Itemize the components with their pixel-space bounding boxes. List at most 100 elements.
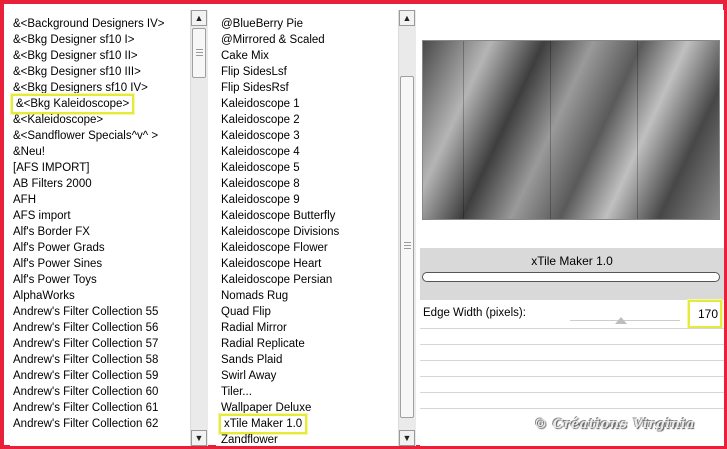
list-item[interactable]: Swirl Away	[216, 368, 398, 384]
category-scroll-thumb[interactable]	[192, 28, 206, 78]
list-item[interactable]: Quad Flip	[216, 304, 398, 320]
list-item[interactable]: Andrew's Filter Collection 55	[10, 304, 190, 320]
list-item[interactable]: Kaleidoscope Divisions	[216, 224, 398, 240]
category-list[interactable]: &<Background Designers IV> &<Bkg Designer…	[10, 16, 190, 432]
watermark: © Créations Virginia	[534, 417, 695, 432]
list-item[interactable]: Sands Plaid	[216, 352, 398, 368]
list-item-label: &<Background Designers IV>	[13, 18, 165, 30]
list-item-label: @Mirrored & Scaled	[221, 34, 325, 46]
list-item-label: AFH	[13, 194, 36, 206]
list-item[interactable]: Wallpaper Deluxe	[216, 400, 398, 416]
list-item-label: Tiler...	[221, 386, 252, 398]
list-item-label: Radial Replicate	[221, 338, 305, 350]
list-item[interactable]: &<Bkg Designers sf10 IV>	[10, 80, 190, 96]
list-item-label: Kaleidoscope Butterfly	[221, 210, 336, 222]
list-item[interactable]: Kaleidoscope Butterfly	[216, 208, 398, 224]
list-item[interactable]: Andrew's Filter Collection 58	[10, 352, 190, 368]
list-item[interactable]: Andrew's Filter Collection 59	[10, 368, 190, 384]
list-item[interactable]: &<Bkg Designer sf10 II>	[10, 48, 190, 64]
list-item-label: &Neu!	[13, 146, 45, 158]
list-item[interactable]: Radial Mirror	[216, 320, 398, 336]
edge-width-row: Edge Width (pixels): 170	[420, 300, 724, 328]
list-item-label: Alf's Power Grads	[13, 242, 105, 254]
list-item[interactable]: &<Sandflower Specials^v^ >	[10, 128, 190, 144]
filter-title-bar: xTile Maker 1.0	[420, 248, 724, 300]
list-item-label: Flip SidesLsf	[221, 66, 287, 78]
list-item[interactable]: Alf's Border FX	[10, 224, 190, 240]
list-item[interactable]: Kaleidoscope 3	[216, 128, 398, 144]
filter-settings-panel: xTile Maker 1.0 Edge Width (pixels): 170	[420, 10, 724, 446]
list-item[interactable]: Kaleidoscope Persian	[216, 272, 398, 288]
list-item[interactable]: [AFS IMPORT]	[10, 160, 190, 176]
list-item-label: Kaleidoscope Divisions	[221, 226, 340, 238]
list-item-selected[interactable]: &<Bkg Kaleidoscope>	[10, 94, 190, 114]
list-item[interactable]: Kaleidoscope Heart	[216, 256, 398, 272]
list-item-label: Kaleidoscope 2	[221, 114, 300, 126]
list-item[interactable]: Andrew's Filter Collection 60	[10, 384, 190, 400]
list-item-label: Andrew's Filter Collection 60	[13, 386, 159, 398]
list-item[interactable]: Flip SidesLsf	[216, 64, 398, 80]
list-item-label: Wallpaper Deluxe	[221, 402, 312, 414]
list-item-label: Kaleidoscope 5	[221, 162, 300, 174]
list-item-label: Kaleidoscope 3	[221, 130, 300, 142]
list-item[interactable]: &<Bkg Designer sf10 I>	[10, 32, 190, 48]
list-item-selected[interactable]: xTile Maker 1.0	[216, 414, 398, 434]
list-item[interactable]: Alf's Power Toys	[10, 272, 190, 288]
list-item[interactable]: AlphaWorks	[10, 288, 190, 304]
list-item-label: Kaleidoscope Persian	[221, 274, 333, 286]
list-item[interactable]: @BlueBerry Pie	[216, 16, 398, 32]
list-item[interactable]: &<Background Designers IV>	[10, 16, 190, 32]
list-item-label: Alf's Power Toys	[13, 274, 97, 286]
scroll-down-icon[interactable]: ▼	[191, 430, 207, 446]
list-item-label: Radial Mirror	[221, 322, 287, 334]
list-item[interactable]: Zandflower	[216, 432, 398, 446]
list-item-label: @BlueBerry Pie	[221, 18, 303, 30]
list-item[interactable]: Alf's Power Grads	[10, 240, 190, 256]
list-item[interactable]: Kaleidoscope 8	[216, 176, 398, 192]
list-item[interactable]: Tiler...	[216, 384, 398, 400]
list-item[interactable]: Kaleidoscope 5	[216, 160, 398, 176]
list-item-label: Kaleidoscope 8	[221, 178, 300, 190]
list-item[interactable]: AFH	[10, 192, 190, 208]
list-item[interactable]: Andrew's Filter Collection 57	[10, 336, 190, 352]
list-item[interactable]: &<Bkg Designer sf10 III>	[10, 64, 190, 80]
list-item[interactable]: Nomads Rug	[216, 288, 398, 304]
list-item[interactable]: Kaleidoscope 9	[216, 192, 398, 208]
list-item-label: Flip SidesRsf	[221, 82, 289, 94]
list-item[interactable]: Andrew's Filter Collection 56	[10, 320, 190, 336]
list-item[interactable]: Alf's Power Sines	[10, 256, 190, 272]
list-item[interactable]: Kaleidoscope 1	[216, 96, 398, 112]
list-item[interactable]: Cake Mix	[216, 48, 398, 64]
category-scrollbar[interactable]: ▲ ▼	[190, 10, 208, 446]
scroll-up-icon[interactable]: ▲	[191, 10, 207, 26]
edge-width-slider-thumb[interactable]	[615, 317, 627, 324]
list-item[interactable]: Andrew's Filter Collection 61	[10, 400, 190, 416]
list-item[interactable]: Andrew's Filter Collection 62	[10, 416, 190, 432]
filter-list[interactable]: @BlueBerry Pie @Mirrored & Scaled Cake Mix…	[216, 16, 398, 446]
list-item[interactable]: AB Filters 2000	[10, 176, 190, 192]
list-item-label: Andrew's Filter Collection 56	[13, 322, 159, 334]
progress-bar	[422, 272, 720, 282]
list-item[interactable]: Kaleidoscope 4	[216, 144, 398, 160]
list-item[interactable]: Radial Replicate	[216, 336, 398, 352]
list-item-label: Andrew's Filter Collection 62	[13, 418, 159, 430]
filter-scroll-thumb[interactable]	[400, 76, 414, 418]
list-item-label: Nomads Rug	[221, 290, 289, 302]
list-item-label: Kaleidoscope 1	[221, 98, 300, 110]
filter-scrollbar[interactable]: ▲ ▼	[398, 10, 416, 446]
list-item-label: xTile Maker 1.0	[218, 414, 308, 434]
list-item[interactable]: @Mirrored & Scaled	[216, 32, 398, 48]
list-item[interactable]: &<Kaleidoscope>	[10, 112, 190, 128]
list-item[interactable]: Kaleidoscope 2	[216, 112, 398, 128]
edge-width-value[interactable]: 170	[688, 300, 722, 328]
scroll-up-icon[interactable]: ▲	[399, 10, 415, 26]
list-item[interactable]: &Neu!	[10, 144, 190, 160]
list-item-label: &<Bkg Designers sf10 IV>	[13, 82, 148, 94]
list-item-label: AB Filters 2000	[13, 178, 92, 190]
list-item-label: &<Bkg Kaleidoscope>	[10, 94, 135, 114]
list-item[interactable]: AFS import	[10, 208, 190, 224]
list-item[interactable]: Kaleidoscope Flower	[216, 240, 398, 256]
list-item[interactable]: Flip SidesRsf	[216, 80, 398, 96]
list-item-label: Kaleidoscope Flower	[221, 242, 328, 254]
scroll-down-icon[interactable]: ▼	[399, 430, 415, 446]
